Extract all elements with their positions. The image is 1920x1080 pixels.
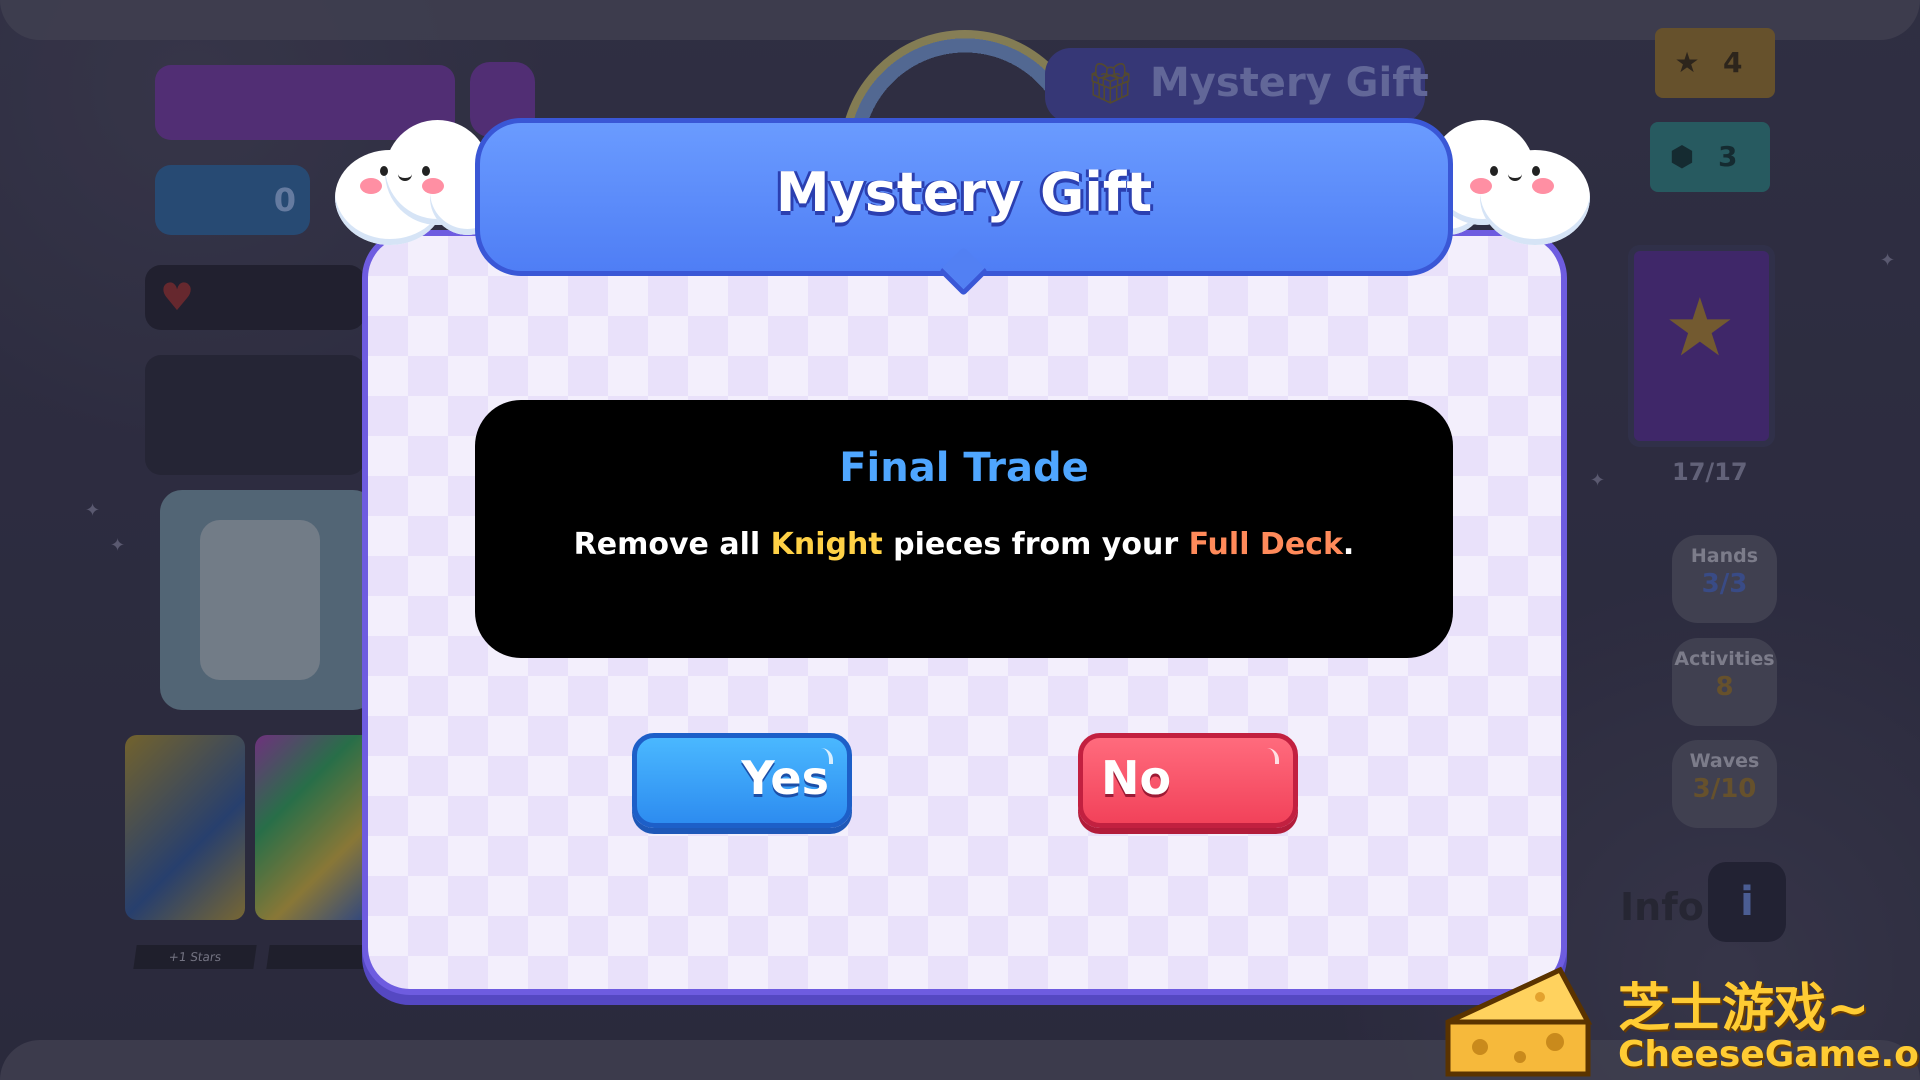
cheese-logo-icon [1445, 966, 1593, 1077]
no-button[interactable]: No [1078, 733, 1298, 828]
shine-highlight [819, 748, 833, 764]
description-suffix: . [1342, 527, 1355, 562]
description-knight: Knight [770, 527, 883, 562]
yes-label: Yes [741, 751, 829, 805]
no-label: No [1101, 751, 1172, 805]
description-prefix: Remove all [573, 527, 771, 562]
description-middle: pieces from your [882, 527, 1189, 562]
watermark-chinese: 芝士游戏~ [1618, 979, 1870, 1039]
dialog-title-banner: Mystery Gift [475, 118, 1453, 276]
gift-name: Final Trade [839, 445, 1089, 491]
gift-description-box: Final Trade Remove all Knight pieces fro… [475, 400, 1453, 658]
description-full-deck: Full Deck [1188, 527, 1343, 562]
cheesegame-watermark: 芝士游戏~ CheeseGame.org [1440, 962, 1920, 1080]
dialog-title: Mystery Gift [775, 161, 1153, 224]
watermark-english: CheeseGame.org [1618, 1034, 1920, 1075]
shine-highlight [1265, 748, 1279, 764]
gift-description: Remove all Knight pieces from your Full … [475, 527, 1453, 562]
yes-button[interactable]: Yes [632, 733, 852, 828]
